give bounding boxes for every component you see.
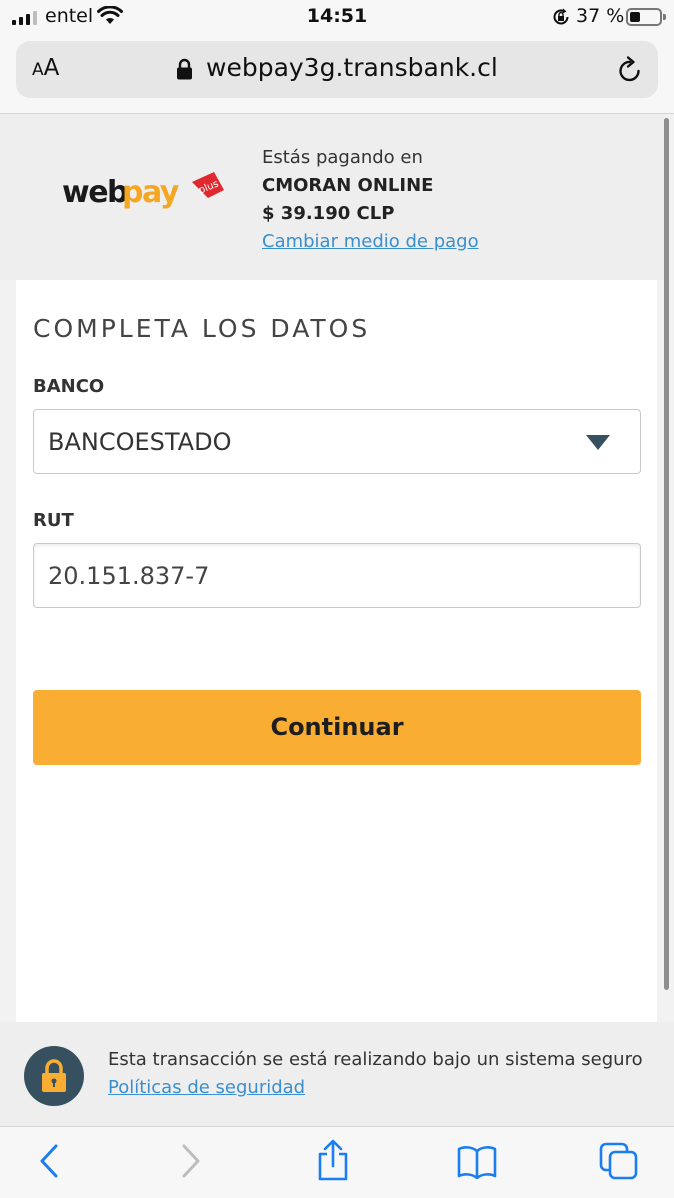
forward-icon[interactable] — [178, 1141, 204, 1185]
browser-toolbar — [0, 1126, 674, 1198]
share-icon[interactable] — [315, 1139, 351, 1185]
change-payment-link[interactable]: Cambiar medio de pago — [262, 228, 479, 256]
lock-icon — [42, 1059, 66, 1092]
lock-badge — [24, 1046, 84, 1106]
svg-text:pay: pay — [122, 175, 180, 210]
rut-input[interactable] — [33, 543, 641, 608]
form-title: COMPLETA LOS DATOS — [33, 314, 371, 343]
status-bar: entel 14:51 37 % — [0, 0, 674, 36]
payment-header: web pay plus Estás pagando en CMORAN ONL… — [0, 114, 666, 280]
bank-select[interactable]: BANCOESTADO — [33, 409, 641, 474]
security-policy-link[interactable]: Políticas de seguridad — [108, 1074, 643, 1102]
security-message: Esta transacción se está realizando bajo… — [108, 1049, 643, 1070]
svg-text:web: web — [62, 175, 128, 210]
battery-icon — [626, 8, 666, 26]
reload-icon[interactable] — [616, 55, 644, 89]
battery-percent: 37 % — [576, 5, 625, 27]
chevron-down-icon — [586, 435, 610, 450]
merchant-name: CMORAN ONLINE — [262, 175, 434, 196]
scrollbar[interactable] — [664, 118, 669, 990]
payment-amount: $ 39.190 CLP — [262, 203, 395, 224]
continue-button[interactable]: Continuar — [33, 690, 641, 765]
back-icon[interactable] — [36, 1141, 62, 1185]
payment-info: Estás pagando en CMORAN ONLINE $ 39.190 … — [262, 144, 479, 256]
security-text: Esta transacción se está realizando bajo… — [108, 1046, 643, 1102]
browser-address-area: AA webpay3g.transbank.cl — [0, 36, 674, 114]
text-size-button[interactable]: AA — [32, 55, 59, 81]
url-text: webpay3g.transbank.cl — [206, 53, 498, 82]
bank-label: BANCO — [33, 376, 105, 397]
padlock-icon — [176, 58, 193, 84]
payment-form: COMPLETA LOS DATOS BANCO BANCOESTADO RUT… — [16, 280, 657, 1022]
webpay-logo: web pay plus — [62, 172, 227, 218]
orientation-lock-icon — [551, 7, 571, 31]
bookmarks-icon[interactable] — [456, 1145, 498, 1183]
rut-label: RUT — [33, 510, 74, 531]
tabs-icon[interactable] — [598, 1141, 640, 1185]
bank-select-value: BANCOESTADO — [48, 428, 232, 456]
paying-at-label: Estás pagando en — [262, 147, 423, 168]
clock: 14:51 — [306, 5, 368, 27]
security-footer: Esta transacción se está realizando bajo… — [0, 1022, 674, 1126]
address-bar[interactable]: AA webpay3g.transbank.cl — [16, 41, 658, 98]
